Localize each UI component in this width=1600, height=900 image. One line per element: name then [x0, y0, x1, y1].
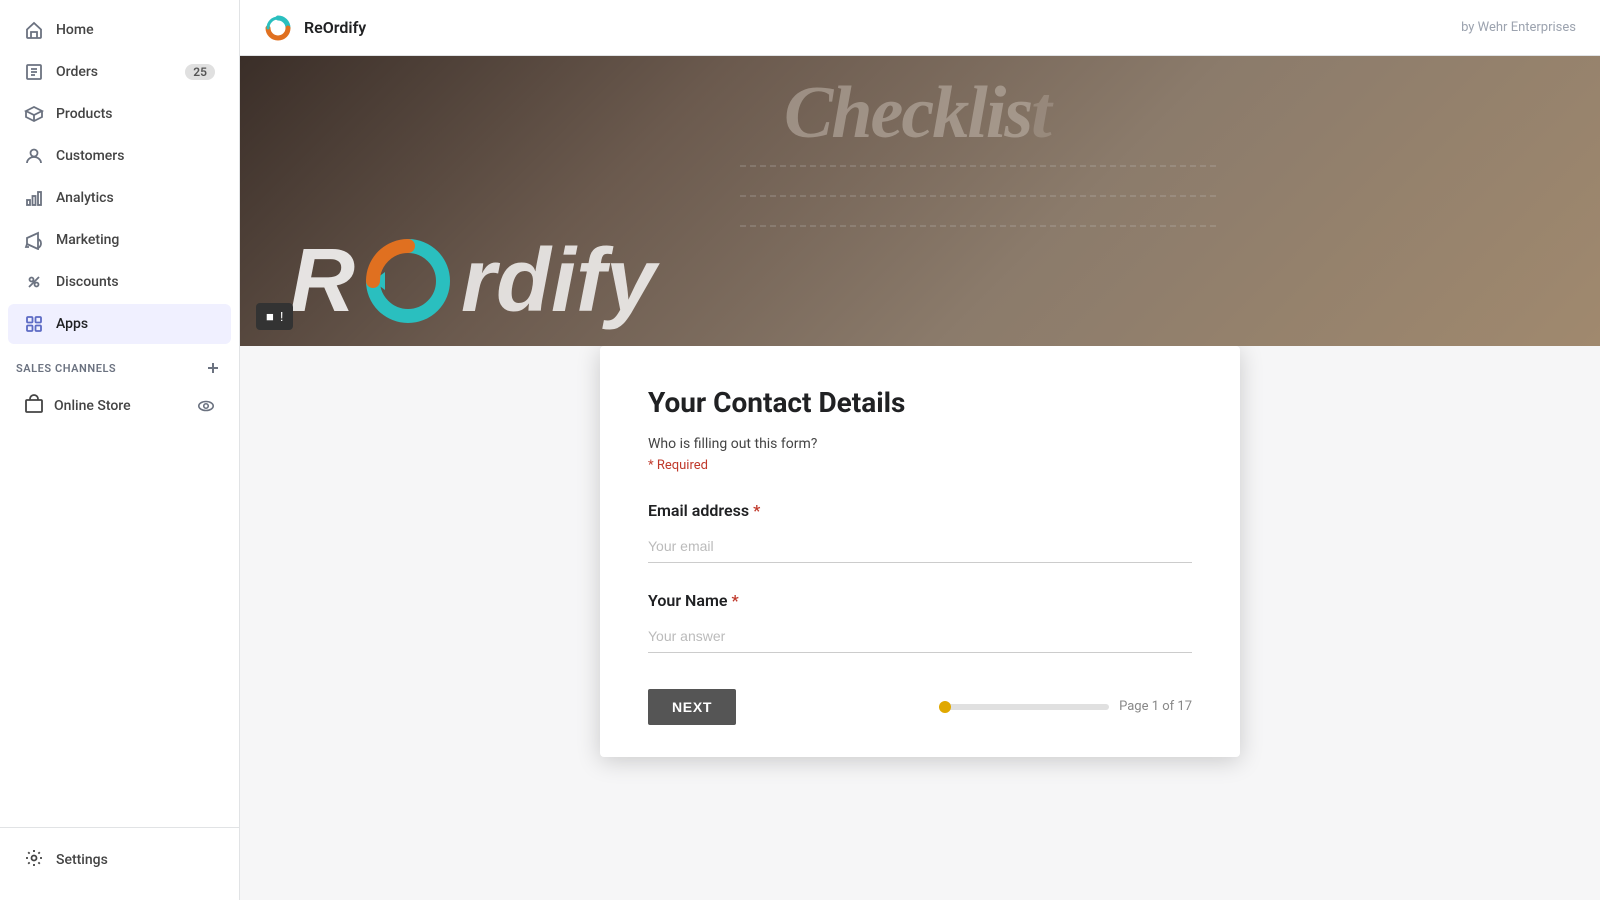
home-icon: [24, 20, 44, 40]
page-indicator: Page 1 of 17: [1119, 699, 1192, 714]
sales-channels-section: SALES CHANNELS: [0, 346, 239, 382]
sidebar-item-home[interactable]: Home: [8, 10, 231, 50]
sidebar-item-orders[interactable]: Orders 25: [8, 52, 231, 92]
logo: [264, 14, 292, 42]
hero-deco-lines: [740, 136, 1240, 256]
modal-subtitle: Who is filling out this form?: [648, 436, 1192, 452]
modal-overlay: Your Contact Details Who is filling out …: [240, 346, 1600, 900]
topbar: ReOrdify by Wehr Enterprises: [240, 0, 1600, 56]
sidebar-item-discounts[interactable]: Discounts: [8, 262, 231, 302]
sidebar-item-settings[interactable]: Settings: [8, 838, 231, 882]
sidebar-item-discounts-label: Discounts: [56, 274, 119, 290]
feedback-icon: ■: [266, 309, 274, 324]
analytics-icon: [24, 188, 44, 208]
sidebar-item-marketing-label: Marketing: [56, 232, 119, 248]
sidebar-item-orders-label: Orders: [56, 64, 98, 80]
name-field-group: Your Name *: [648, 591, 1192, 653]
sidebar-item-analytics-label: Analytics: [56, 190, 114, 206]
progress-dot: [939, 701, 951, 713]
orders-icon: [24, 62, 44, 82]
sidebar-item-products[interactable]: Products: [8, 94, 231, 134]
name-field-label: Your Name *: [648, 591, 1192, 610]
required-note: * Required: [648, 458, 1192, 473]
main-content: ReOrdify by Wehr Enterprises Checklist R: [240, 0, 1600, 900]
progress-bar: [939, 704, 1109, 710]
sidebar-item-online-store[interactable]: Online Store: [8, 384, 231, 428]
discounts-icon: [24, 272, 44, 292]
sidebar-item-customers-label: Customers: [56, 148, 124, 164]
next-button[interactable]: NEXT: [648, 689, 736, 725]
modal-title: Your Contact Details: [648, 386, 1192, 420]
progress-area: Page 1 of 17: [939, 699, 1192, 714]
apps-icon: [24, 314, 44, 334]
orders-badge: 25: [185, 64, 215, 80]
sidebar-item-apps-label: Apps: [56, 316, 88, 332]
hero-banner: Checklist R rdify ■ !: [240, 56, 1600, 346]
sidebar-item-apps[interactable]: Apps: [8, 304, 231, 344]
sales-channels-label: SALES CHANNELS: [16, 362, 116, 375]
online-store-label: Online Store: [54, 398, 131, 414]
hero-arrow-icon: [363, 236, 453, 326]
products-icon: [24, 104, 44, 124]
feedback-button[interactable]: ■ !: [256, 303, 293, 330]
contact-details-modal: Your Contact Details Who is filling out …: [600, 346, 1240, 757]
sidebar-item-customers[interactable]: Customers: [8, 136, 231, 176]
content-area: Your Contact Details Who is filling out …: [240, 346, 1600, 900]
marketing-icon: [24, 230, 44, 250]
customers-icon: [24, 146, 44, 166]
email-required-star: *: [753, 501, 760, 520]
add-sales-channel-button[interactable]: [203, 358, 223, 378]
topbar-by-label: by Wehr Enterprises: [1461, 20, 1576, 35]
modal-footer: NEXT Page 1 of 17: [648, 681, 1192, 725]
sidebar-item-analytics[interactable]: Analytics: [8, 178, 231, 218]
settings-icon: [24, 848, 44, 872]
email-input[interactable]: [648, 530, 1192, 563]
sidebar-nav: Home Orders 25 Products Customers: [0, 0, 239, 827]
name-input[interactable]: [648, 620, 1192, 653]
settings-label: Settings: [56, 852, 108, 868]
online-store-icon: [24, 394, 44, 418]
sidebar-item-marketing[interactable]: Marketing: [8, 220, 231, 260]
online-store-visibility-icon[interactable]: [197, 397, 215, 415]
email-field-label: Email address *: [648, 501, 1192, 520]
sidebar-bottom: Settings: [0, 827, 239, 900]
hero-logo-area: R rdify: [290, 236, 656, 326]
sidebar-item-products-label: Products: [56, 106, 113, 122]
sidebar-item-home-label: Home: [56, 22, 94, 38]
email-field-group: Email address *: [648, 501, 1192, 563]
sidebar: Home Orders 25 Products Customers: [0, 0, 240, 900]
name-required-star: *: [731, 591, 738, 610]
topbar-title: ReOrdify: [304, 18, 366, 37]
